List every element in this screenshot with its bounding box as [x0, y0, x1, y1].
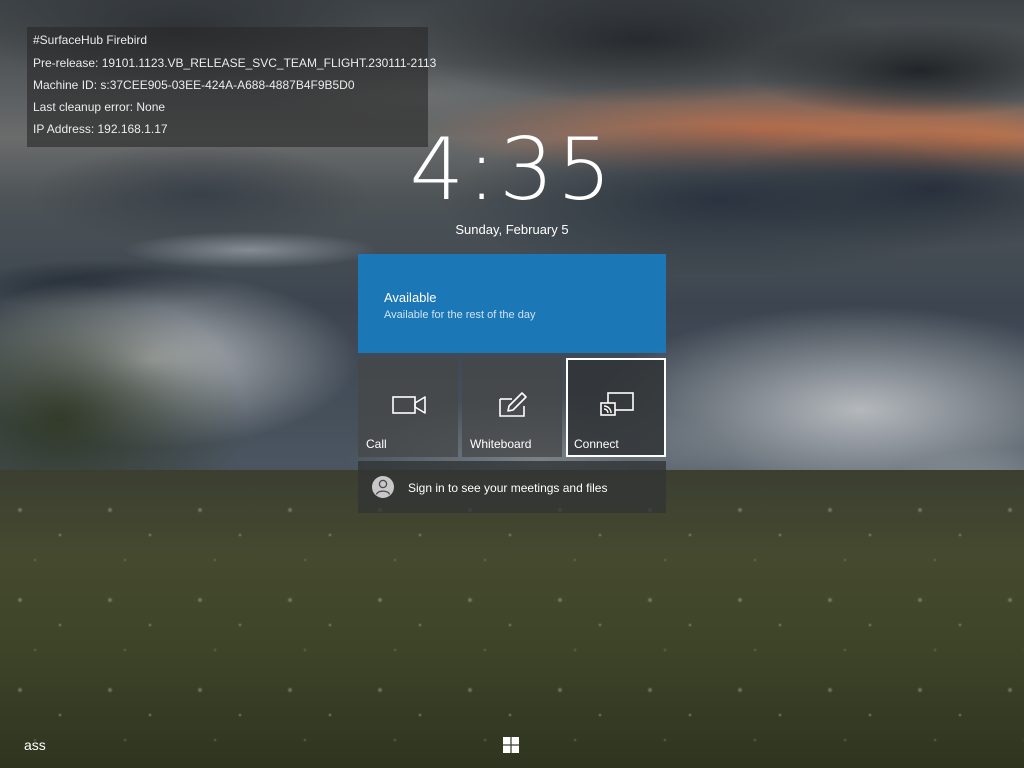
input-language-indicator[interactable]: ass [24, 736, 46, 754]
prerelease-build: Pre-release: 19101.1123.VB_RELEASE_SVC_T… [33, 56, 437, 70]
device-name: #SurfaceHub Firebird [33, 33, 148, 47]
video-camera-icon [392, 396, 426, 414]
sign-in-button[interactable]: Sign in to see your meetings and files [358, 461, 666, 513]
status-title: Available [384, 290, 437, 305]
last-cleanup-error: Last cleanup error: None [33, 100, 166, 114]
clock-date: Sunday, February 5 [455, 222, 569, 237]
person-avatar-icon [372, 476, 394, 498]
screen-cast-icon [600, 392, 634, 416]
whiteboard-button[interactable]: Whiteboard [462, 358, 562, 457]
clock-time: 4:35 [409, 120, 615, 220]
lock-screen: #SurfaceHub Firebird Pre-release: 19101.… [0, 0, 1024, 768]
windows-logo-icon[interactable] [503, 737, 519, 753]
call-label: Call [366, 437, 387, 451]
whiteboard-label: Whiteboard [470, 437, 532, 451]
pen-on-board-icon [499, 392, 527, 417]
sign-in-text: Sign in to see your meetings and files [408, 481, 608, 495]
clock: 4:35 Sunday, February 5 [0, 118, 1024, 238]
background-ground-texture [0, 490, 1024, 768]
call-button[interactable]: Call [358, 358, 458, 457]
status-subtitle: Available for the rest of the day [384, 309, 536, 321]
connect-label: Connect [574, 437, 619, 451]
connect-button[interactable]: Connect [566, 358, 666, 457]
presence-status-tile[interactable]: Available Available for the rest of the … [358, 254, 666, 353]
machine-id: Machine ID: s:37CEE905-03EE-424A-A688-48… [33, 78, 355, 92]
